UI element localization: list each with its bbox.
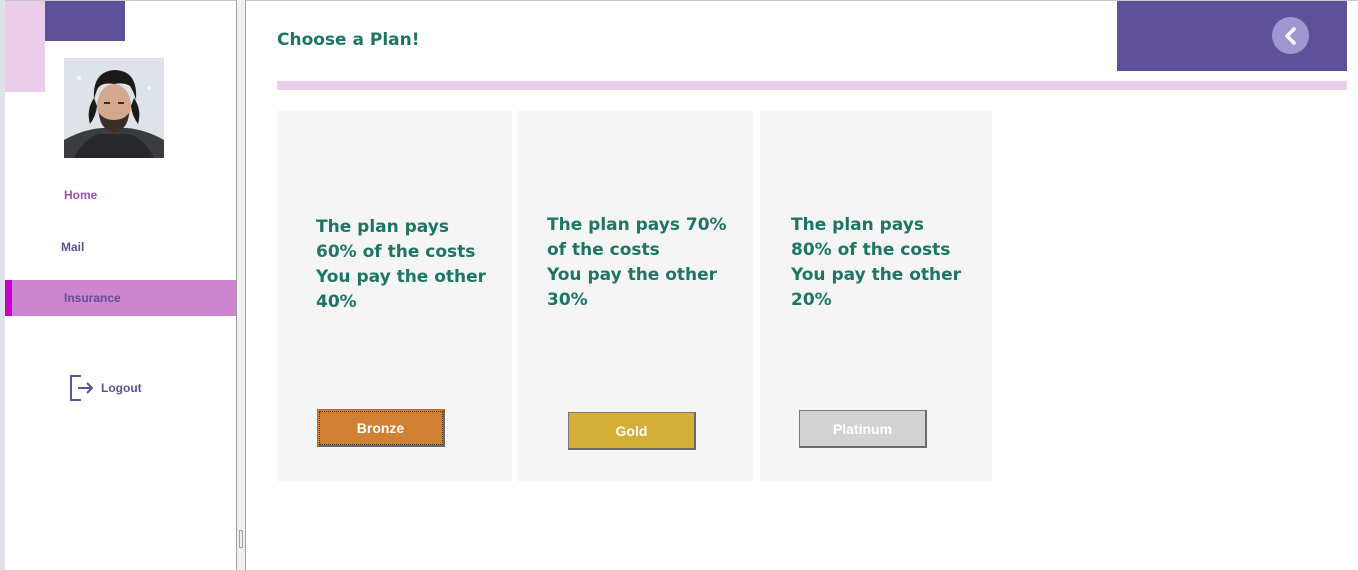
- sidebar: Home Mail Insurance Logout: [5, 1, 237, 570]
- plan-card-platinum: The plan pays 80% of the costs You pay t…: [760, 111, 992, 481]
- back-button[interactable]: [1272, 17, 1309, 54]
- plan-description: The plan pays 80% of the costs You pay t…: [791, 215, 962, 310]
- page-title: Choose a Plan!: [277, 30, 420, 50]
- logout-icon: [70, 375, 94, 401]
- sidebar-decoration-purple: [45, 1, 125, 41]
- logout-button[interactable]: Logout: [69, 373, 142, 403]
- pane-splitter[interactable]: [236, 0, 246, 570]
- sidebar-decoration-pink: [5, 1, 45, 92]
- plan-card-bronze: The plan pays 60% of the costs You pay t…: [277, 111, 512, 481]
- gold-button[interactable]: Gold: [568, 412, 696, 450]
- sidebar-item-home[interactable]: Home: [5, 177, 237, 213]
- sidebar-item-insurance[interactable]: Insurance: [5, 280, 237, 316]
- active-indicator: [5, 280, 12, 316]
- sidebar-item-label: Home: [64, 188, 98, 202]
- plan-description: The plan pays 60% of the costs You pay t…: [316, 217, 487, 312]
- sidebar-item-mail[interactable]: Mail: [5, 229, 237, 265]
- platinum-button[interactable]: Platinum: [799, 410, 927, 448]
- header-divider: [277, 81, 1347, 90]
- plan-description: The plan pays 70% of the costs You pay t…: [547, 215, 727, 310]
- bronze-button[interactable]: Bronze: [317, 409, 445, 447]
- header-decoration: [1117, 1, 1347, 71]
- plan-card-gold: The plan pays 70% of the costs You pay t…: [517, 111, 753, 481]
- chevron-left-icon: [1284, 26, 1296, 45]
- avatar: [64, 58, 164, 158]
- sidebar-item-label: Mail: [61, 240, 85, 254]
- logout-label: Logout: [101, 381, 142, 395]
- sidebar-item-label: Insurance: [64, 291, 121, 305]
- splitter-grip[interactable]: [239, 530, 243, 548]
